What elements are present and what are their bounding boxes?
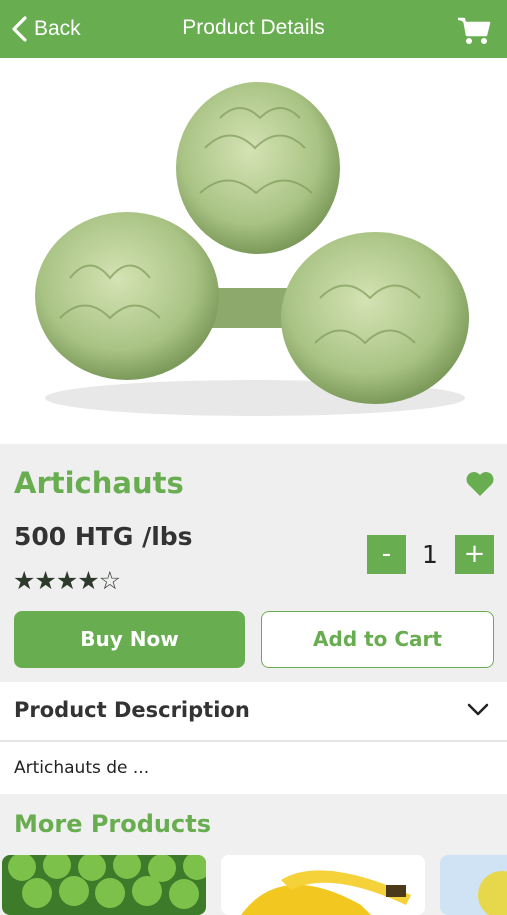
page-title: Product Details: [182, 16, 325, 39]
product-price: 500 HTG /lbs: [14, 522, 193, 551]
heart-icon[interactable]: [465, 470, 495, 498]
product-image: [0, 58, 507, 444]
description-title: Product Description: [14, 698, 250, 722]
product-card-bananas[interactable]: [221, 855, 425, 915]
artichoke-image: [35, 82, 469, 416]
description-text: Artichauts de ...: [14, 758, 150, 778]
product-card-limes[interactable]: [2, 855, 206, 915]
cart-icon[interactable]: [457, 16, 491, 46]
quantity-value: 1: [422, 540, 438, 569]
description-body: Artichauts de ...: [0, 742, 507, 794]
limes-image: [2, 855, 206, 915]
more-products-title: More Products: [14, 810, 212, 838]
chevron-down-icon[interactable]: [467, 702, 489, 718]
quantity-increase-button[interactable]: +: [455, 535, 494, 574]
rating-stars: ★★★★☆: [13, 566, 121, 595]
fruit-image: [440, 855, 507, 915]
product-card-more[interactable]: [440, 855, 507, 915]
app-header: Back Product Details: [0, 0, 507, 58]
description-header[interactable]: Product Description: [0, 682, 507, 742]
bananas-image: [221, 855, 425, 915]
product-name: Artichauts: [14, 466, 184, 500]
quantity-decrease-button[interactable]: -: [367, 535, 406, 574]
buy-now-button[interactable]: Buy Now: [14, 611, 245, 668]
add-to-cart-button[interactable]: Add to Cart: [261, 611, 494, 668]
